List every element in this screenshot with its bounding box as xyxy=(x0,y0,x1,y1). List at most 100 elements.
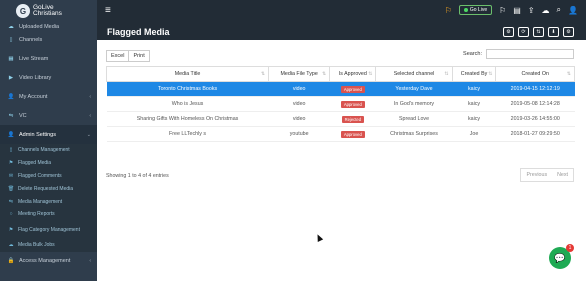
app: G GoLive Christians ☁ Uploaded Media ▯ Chan… xyxy=(0,0,586,281)
table-info: Showing 1 to 4 of 4 entries xyxy=(106,173,169,179)
sidebar-item-label: Video Library xyxy=(19,74,52,81)
settings-icon[interactable]: ⚙ xyxy=(503,27,514,37)
column-header[interactable]: Selected channel ⇅ xyxy=(375,66,453,82)
sidebar-item-label: Uploaded Media xyxy=(19,24,60,30)
table-cell: Free LLTechly s xyxy=(106,126,269,142)
print-button[interactable]: Print xyxy=(129,50,150,62)
flag-icon[interactable]: ⚐ xyxy=(499,6,506,15)
submenu-item-flagged-media[interactable]: ⚑ Flagged Media xyxy=(0,157,97,170)
video-icon: ▶ xyxy=(8,74,14,81)
table-cell: kaicy xyxy=(452,81,496,97)
pagination: Previous Next xyxy=(520,168,574,182)
chat-badge: 1 xyxy=(566,244,574,252)
comment-icon: ✉ xyxy=(8,172,14,179)
submenu-item-delete-requested-media[interactable]: 🗑 Delete Requested Media xyxy=(0,182,97,195)
download-icon[interactable]: ⬇ xyxy=(548,27,559,37)
search-icon[interactable]: ⌕ xyxy=(557,5,561,15)
upload-icon[interactable]: ⇪ xyxy=(528,6,535,15)
gear-icon[interactable]: ⚙ xyxy=(563,27,574,37)
sidebar-item-uploaded-media[interactable]: ☁ Uploaded Media xyxy=(0,22,97,30)
approval-badge: Rejected xyxy=(341,115,365,123)
cloud-icon[interactable]: ☁ xyxy=(542,6,550,15)
submenu-item-label: Meeting Reports xyxy=(18,211,55,218)
table-cell: Sharing Gifts With Homeless On Christmas xyxy=(106,111,269,127)
comment-icon[interactable]: ▤ xyxy=(513,6,521,15)
page-title: Flagged Media xyxy=(107,27,170,37)
hamburger-menu-icon[interactable]: ≡ xyxy=(105,5,111,16)
table-cell: 2018-01-27 09:29:50 xyxy=(495,126,575,142)
search-box: Search: xyxy=(463,49,574,59)
trash-icon: 🗑 xyxy=(7,185,15,192)
table-cell: Spread Love xyxy=(375,111,453,127)
sidebar: G GoLive Christians ☁ Uploaded Media ▯ Chan… xyxy=(0,0,97,281)
search-label: Search: xyxy=(463,51,482,57)
sidebar-item-label: Access Management xyxy=(19,258,71,265)
column-header[interactable]: Media Title ⇅ xyxy=(105,66,270,82)
submenu-item-flag-category-management[interactable]: ⚑ Flag Category Management xyxy=(0,221,97,239)
table-cell: kaicy xyxy=(452,96,496,112)
sort-icon: ⇅ xyxy=(322,71,327,77)
column-header[interactable]: Is Approved ⇅ xyxy=(329,66,377,82)
calendar-icon: ▦ xyxy=(8,55,14,62)
column-header-label: Selected channel xyxy=(393,71,435,77)
table-cell: Who is Jesus xyxy=(106,96,269,112)
submenu-item-label: Delete Requested Media xyxy=(18,185,74,192)
table-cell: video xyxy=(268,81,330,97)
table-row[interactable]: Who is Jesus video Approved In God's memory… xyxy=(106,96,575,112)
submenu-item-meeting-reports[interactable]: ○ Meeting Reports xyxy=(0,208,97,221)
submenu-item-label: Channels Management xyxy=(18,147,70,154)
sidebar-item-my-account[interactable]: 👤 My Account ‹ xyxy=(0,87,97,106)
sidebar-item-vc[interactable]: ⇋ VC ‹ xyxy=(0,106,97,125)
column-header[interactable]: Created By ⇅ xyxy=(451,66,497,82)
table-cell: kaicy xyxy=(452,111,496,127)
notification-flag-icon[interactable]: ⚐ xyxy=(445,6,452,15)
table-row[interactable]: Toronto Christmas Books video Approved Yest… xyxy=(106,81,575,97)
flagged-media-table: Media Title ⇅ Media File Type ⇅ Is Approved ⇅… xyxy=(105,66,575,142)
column-header[interactable]: Created On ⇅ xyxy=(495,66,575,82)
user-icon[interactable]: 👤 xyxy=(568,6,578,15)
submenu-item-label: Flagged Comments xyxy=(18,172,62,179)
table-cell: Christmas Surprises xyxy=(375,126,453,142)
sidebar-item-admin-settings[interactable]: 👤 Admin Settings ⌄ xyxy=(0,125,97,144)
submenu-item-media-management[interactable]: ⇋ Media Management xyxy=(0,195,97,208)
submenu-item-media-bulk-jobs[interactable]: ☁ Media Bulk Jobs xyxy=(0,239,97,252)
table-cell: Approved xyxy=(329,126,376,142)
table-cell: youtube xyxy=(268,126,330,142)
user-icon: 👤 xyxy=(7,93,15,100)
live-dot-icon xyxy=(463,8,468,12)
table-cell: video xyxy=(268,111,330,127)
cloud-icon: ☁ xyxy=(8,242,14,249)
flag-icon: ⚑ xyxy=(8,160,14,167)
sidebar-item-label: My Account xyxy=(19,93,48,100)
previous-button[interactable]: Previous xyxy=(521,169,552,181)
sidebar-item-video-library[interactable]: ▶ Video Library xyxy=(0,68,97,87)
logo[interactable]: G GoLive Christians xyxy=(0,0,97,22)
top-navbar: ≡ ⚐ Go Live ⚐ ▤ ⇪ ☁ ⌕ 👤 xyxy=(97,0,586,20)
search-input[interactable] xyxy=(486,49,574,59)
submenu-item-channels-management[interactable]: ▯ Channels Management xyxy=(0,144,97,157)
sidebar-item-channels[interactable]: ▯ Channels xyxy=(0,30,97,49)
table-cell: Joe xyxy=(452,126,496,142)
sort-icon: ⇅ xyxy=(368,71,373,77)
page-header: Flagged Media ⚙ ⟳ ⇅ ⬇ ⚙ xyxy=(97,20,586,40)
approval-badge: Approved xyxy=(340,130,365,138)
approval-badge: Approved xyxy=(340,85,365,93)
table-cell: Yesterday Dave xyxy=(375,81,453,97)
table-cell: Approved xyxy=(329,96,376,112)
cloud-upload-icon: ☁ xyxy=(8,24,14,30)
chevron-icon: ⌄ xyxy=(86,131,91,138)
sidebar-item-access-management[interactable]: 🔒 Access Management ‹ xyxy=(0,252,97,271)
excel-button[interactable]: Excel xyxy=(106,50,130,62)
next-button[interactable]: Next xyxy=(552,169,573,181)
go-live-label: Go Live xyxy=(469,7,488,13)
refresh-icon[interactable]: ⟳ xyxy=(518,27,529,37)
table-row[interactable]: Free LLTechly s youtube Approved Christmas … xyxy=(106,126,575,142)
user-shield-icon: 👤 xyxy=(7,131,15,138)
table-cell: video xyxy=(268,96,330,112)
sidebar-item-live-stream[interactable]: ▦ Live Stream xyxy=(0,49,97,68)
column-header[interactable]: Media File Type ⇅ xyxy=(268,66,331,82)
filter-icon[interactable]: ⇅ xyxy=(533,27,544,37)
go-live-button[interactable]: Go Live xyxy=(458,5,493,15)
table-row[interactable]: Sharing Gifts With Homeless On Christmas… xyxy=(106,111,575,127)
submenu-item-flagged-comments[interactable]: ✉ Flagged Comments xyxy=(0,170,97,183)
